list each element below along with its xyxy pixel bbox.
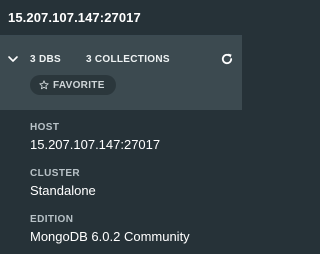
favorite-button[interactable]: FAVORITE — [30, 75, 116, 95]
connection-details: HOST 15.207.107.147:27017 CLUSTER Standa… — [0, 110, 242, 254]
cluster-label: CLUSTER — [30, 168, 81, 179]
host-label: HOST — [30, 122, 60, 133]
connection-summary: 3 DBS 3 COLLECTIONS FAVORITE — [0, 36, 242, 110]
favorite-label: FAVORITE — [53, 79, 105, 91]
edition-label: EDITION — [30, 214, 74, 225]
collections-count: 3 COLLECTIONS — [85, 53, 170, 65]
cluster-detail: CLUSTER Standalone — [30, 168, 96, 199]
host-detail: HOST 15.207.107.147:27017 — [30, 122, 160, 153]
cluster-value: Standalone — [30, 183, 96, 198]
connection-stats-row: 3 DBS 3 COLLECTIONS — [7, 51, 234, 67]
host-value: 15.207.107.147:27017 — [30, 137, 161, 152]
edition-detail: EDITION MongoDB 6.0.2 Community — [30, 214, 190, 245]
edition-value: MongoDB 6.0.2 Community — [30, 229, 190, 244]
star-outline-icon — [39, 80, 49, 90]
connection-title: 15.207.107.147:27017 — [8, 10, 141, 25]
databases-count: 3 DBS — [30, 53, 61, 65]
chevron-down-icon[interactable] — [7, 53, 19, 65]
refresh-icon[interactable] — [220, 52, 234, 66]
connection-title-bar: 15.207.107.147:27017 — [0, 0, 242, 36]
